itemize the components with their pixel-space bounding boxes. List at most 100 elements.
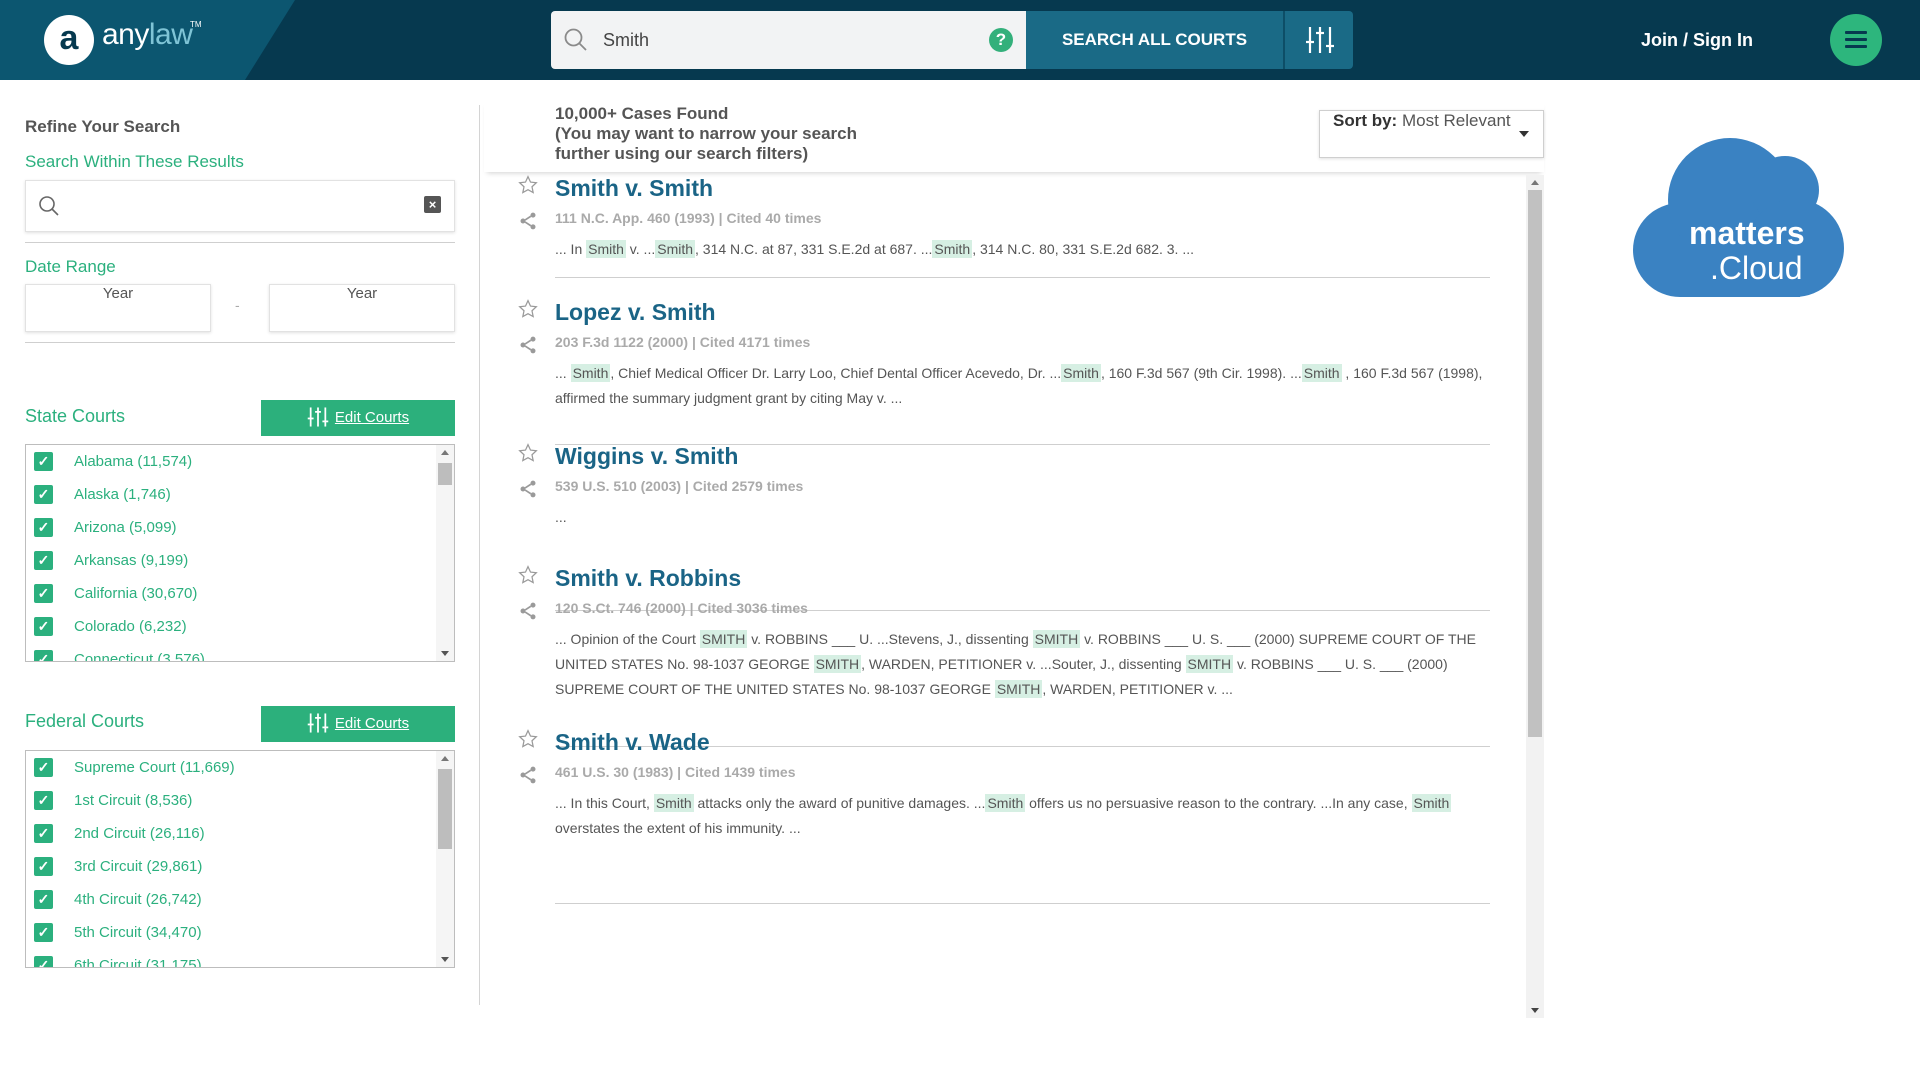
snippet-text: ... In this Court, (555, 795, 654, 811)
court-label: 5th Circuit (34,470) (74, 924, 202, 941)
matters-cloud-ad[interactable]: matters .Cloud (1615, 120, 1855, 310)
divider (25, 342, 455, 343)
highlighted-term: Smith (1061, 364, 1101, 382)
results-scrollbar[interactable] (1526, 175, 1544, 1018)
result-divider (555, 903, 1490, 904)
result-title-link[interactable]: Lopez v. Smith (555, 299, 716, 326)
scroll-down-arrow-icon[interactable] (441, 651, 449, 656)
checkbox-checked-icon[interactable]: ✓ (34, 890, 53, 909)
checkbox-checked-icon[interactable]: ✓ (34, 650, 53, 661)
federal-courts-title: Federal Courts (25, 711, 145, 731)
scroll-down-arrow-icon[interactable] (441, 957, 449, 962)
share-icon[interactable] (518, 479, 538, 504)
court-checkbox-item[interactable]: ✓ 6th Circuit (31,175) (26, 949, 454, 968)
result-title-link[interactable]: Wiggins v. Smith (555, 443, 738, 470)
court-label: Arizona (5,099) (74, 519, 177, 536)
logo-law: law (148, 18, 193, 51)
court-checkbox-item[interactable]: ✓ 2nd Circuit (26,116) (26, 817, 454, 850)
snippet-text: v. ROBBINS ___ U. ...Stevens, J., dissen… (747, 631, 1033, 647)
search-filters-button[interactable] (1283, 11, 1353, 69)
court-checkbox-item[interactable]: ✓ Arkansas (9,199) (26, 544, 454, 577)
result-title-link[interactable]: Smith v. Robbins (555, 565, 741, 592)
sliders-icon (307, 406, 329, 427)
scrollbar[interactable] (436, 751, 454, 967)
snippet-text: ... In (555, 241, 587, 257)
star-icon[interactable] (518, 443, 538, 468)
scroll-up-arrow-icon[interactable] (441, 450, 449, 455)
court-checkbox-item[interactable]: ✓ Alaska (1,746) (26, 478, 454, 511)
join-sign-in-link[interactable]: Join / Sign In (1641, 30, 1753, 51)
checkbox-checked-icon[interactable]: ✓ (34, 824, 53, 843)
share-icon[interactable] (518, 601, 538, 626)
edit-state-courts-button[interactable]: Edit Courts (261, 400, 455, 436)
share-icon[interactable] (518, 335, 538, 360)
highlighted-term: Smith (570, 364, 611, 382)
edit-federal-courts-button[interactable]: Edit Courts (261, 706, 455, 742)
sort-dropdown[interactable]: Sort by: Most Relevant (1319, 110, 1544, 158)
scroll-up-arrow-icon[interactable] (1531, 180, 1539, 185)
menu-bar-icon (1845, 45, 1867, 48)
main-search-input[interactable] (603, 21, 983, 59)
court-checkbox-item[interactable]: ✓ Alabama (11,574) (26, 445, 454, 478)
court-checkbox-item[interactable]: ✓ 3rd Circuit (29,861) (26, 850, 454, 883)
court-checkbox-item[interactable]: ✓ 4th Circuit (26,742) (26, 883, 454, 916)
scrollbar[interactable] (436, 445, 454, 661)
sliders-icon (307, 712, 329, 733)
result-snippet: ... Opinion of the Court SMITH v. ROBBIN… (555, 627, 1490, 702)
share-icon[interactable] (518, 765, 538, 790)
result-snippet: ... Smith, Chief Medical Officer Dr. Lar… (555, 361, 1490, 411)
year-to-input[interactable]: Year (269, 284, 455, 332)
star-icon[interactable] (518, 175, 538, 200)
checkbox-checked-icon[interactable]: ✓ (34, 857, 53, 876)
court-checkbox-item[interactable]: ✓ 5th Circuit (34,470) (26, 916, 454, 949)
court-checkbox-item[interactable]: ✓ California (30,670) (26, 577, 454, 610)
checkbox-checked-icon[interactable]: ✓ (34, 956, 53, 967)
sort-value: Most Relevant (1401, 111, 1511, 130)
result-snippet: ... In Smith v. ... Smith, 314 N.C. at 87… (555, 237, 1490, 262)
star-icon[interactable] (518, 565, 538, 590)
search-all-courts-button[interactable]: SEARCH ALL COURTS (1026, 11, 1283, 69)
court-label: 3rd Circuit (29,861) (74, 858, 203, 875)
year-from-input[interactable]: Year (25, 284, 211, 332)
checkbox-checked-icon[interactable]: ✓ (34, 791, 53, 810)
snippet-text: , WARDEN, PETITIONER v. ...Souter, J., d… (861, 656, 1186, 672)
checkbox-checked-icon[interactable]: ✓ (34, 485, 53, 504)
result-title-link[interactable]: Smith v. Wade (555, 729, 710, 756)
checkbox-checked-icon[interactable]: ✓ (34, 923, 53, 942)
help-icon[interactable]: ? (989, 28, 1013, 52)
star-icon[interactable] (518, 729, 538, 754)
court-checkbox-item[interactable]: ✓ 1st Circuit (8,536) (26, 784, 454, 817)
logo-mark[interactable]: a (44, 15, 94, 65)
search-within-title: Search Within These Results (25, 152, 244, 171)
scroll-down-arrow-icon[interactable] (1531, 1008, 1539, 1013)
share-icon[interactable] (518, 211, 538, 236)
hamburger-menu-button[interactable] (1830, 14, 1882, 66)
logo-wordmark[interactable]: anylaw (102, 18, 193, 52)
court-label: 6th Circuit (31,175) (74, 957, 202, 968)
search-within-input[interactable] (71, 191, 411, 221)
clear-icon[interactable]: × (424, 196, 441, 213)
scrollbar-thumb[interactable] (438, 769, 452, 849)
checkbox-checked-icon[interactable]: ✓ (34, 617, 53, 636)
court-checkbox-item[interactable]: ✓ Arizona (5,099) (26, 511, 454, 544)
results-count-line: 10,000+ Cases Found (555, 104, 729, 123)
court-checkbox-item[interactable]: ✓ Connecticut (3,576) (26, 643, 454, 661)
scrollbar-thumb[interactable] (1528, 190, 1542, 737)
checkbox-checked-icon[interactable]: ✓ (34, 584, 53, 603)
snippet-text: , 314 N.C. 80, 331 S.E.2d 682. 3. ... (972, 241, 1195, 257)
scrollbar-thumb[interactable] (438, 463, 452, 485)
search-icon (39, 196, 59, 216)
divider (25, 242, 455, 243)
scroll-up-arrow-icon[interactable] (441, 756, 449, 761)
result-title-link[interactable]: Smith v. Smith (555, 175, 713, 202)
checkbox-checked-icon[interactable]: ✓ (34, 518, 53, 537)
snippet-text: , WARDEN, PETITIONER v. ... (1042, 681, 1233, 697)
checkbox-checked-icon[interactable]: ✓ (34, 758, 53, 777)
checkbox-checked-icon[interactable]: ✓ (34, 452, 53, 471)
result-snippet: ... (555, 505, 1490, 530)
highlighted-term: SMITH (813, 655, 862, 673)
checkbox-checked-icon[interactable]: ✓ (34, 551, 53, 570)
court-checkbox-item[interactable]: ✓ Supreme Court (11,669) (26, 751, 454, 784)
court-checkbox-item[interactable]: ✓ Colorado (6,232) (26, 610, 454, 643)
star-icon[interactable] (518, 299, 538, 324)
